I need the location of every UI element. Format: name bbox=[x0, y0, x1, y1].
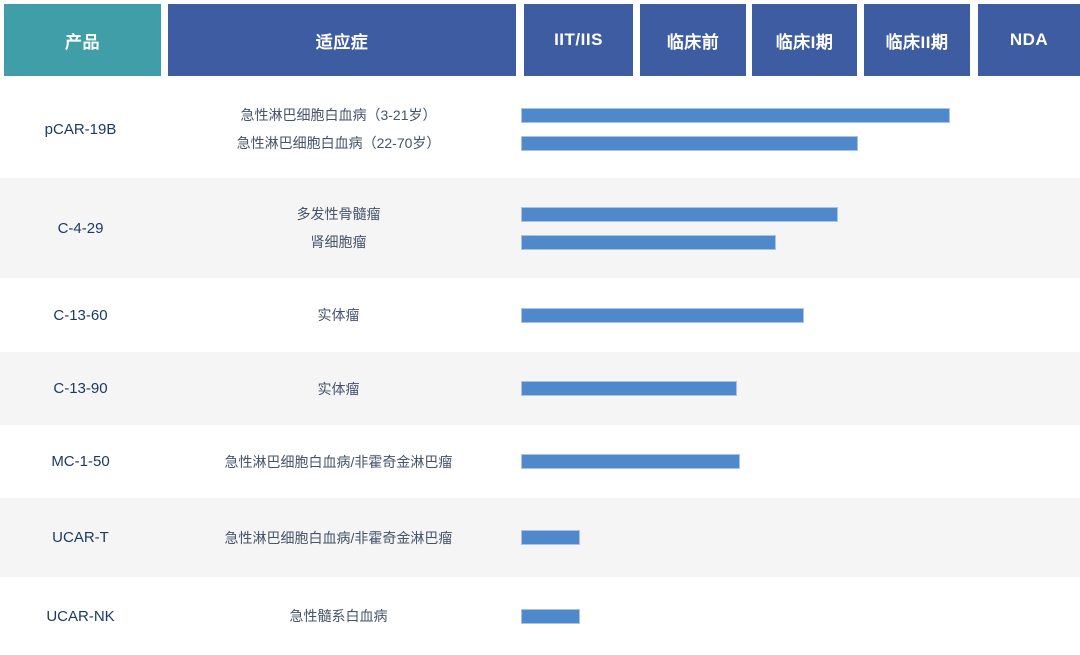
product-name: C-4-29 bbox=[0, 178, 161, 278]
header-row: 产品 适应症 IIT/IIS 临床前 临床I期 临床II期 NDA bbox=[4, 4, 1080, 76]
progress-bar bbox=[521, 381, 737, 396]
header-stage-phase1: 临床I期 bbox=[752, 4, 857, 76]
progress-bar bbox=[521, 108, 950, 123]
progress-bar bbox=[521, 207, 838, 222]
progress-bar bbox=[521, 530, 580, 545]
pipeline-row-mc-1-50: MC-1-50 急性淋巴细胞白血病/非霍奇金淋巴瘤 bbox=[0, 425, 1080, 498]
progress-bar bbox=[521, 136, 858, 151]
header-stage-iit-iis: IIT/IIS bbox=[524, 4, 633, 76]
product-name: C-13-60 bbox=[0, 278, 161, 352]
indication-label: 多发性骨髓瘤 bbox=[161, 204, 516, 224]
pipeline-row-pcar-19b: pCAR-19B 急性淋巴细胞白血病（3-21岁） 急性淋巴细胞白血病（22-7… bbox=[0, 80, 1080, 178]
pipeline-row-ucar-t: UCAR-T 急性淋巴细胞白血病/非霍奇金淋巴瘤 bbox=[0, 498, 1080, 577]
indication-label: 急性淋巴细胞白血病（3-21岁） bbox=[161, 105, 516, 125]
indication-label: 急性淋巴细胞白血病/非霍奇金淋巴瘤 bbox=[161, 528, 516, 548]
indication-label: 肾细胞瘤 bbox=[161, 232, 516, 252]
progress-bar bbox=[521, 609, 580, 624]
indication-label: 急性淋巴细胞白血病（22-70岁） bbox=[161, 133, 516, 153]
pipeline-rows: pCAR-19B 急性淋巴细胞白血病（3-21岁） 急性淋巴细胞白血病（22-7… bbox=[0, 80, 1080, 655]
program-line: 实体瘤 bbox=[161, 375, 1080, 403]
indication-label: 急性髓系白血病 bbox=[161, 606, 516, 626]
pipeline-row-c-13-60: C-13-60 实体瘤 bbox=[0, 278, 1080, 352]
program-line: 急性淋巴细胞白血病/非霍奇金淋巴瘤 bbox=[161, 448, 1080, 476]
program-line: 实体瘤 bbox=[161, 301, 1080, 329]
product-name: C-13-90 bbox=[0, 352, 161, 425]
product-name: UCAR-NK bbox=[0, 577, 161, 655]
progress-bar bbox=[521, 454, 740, 469]
pipeline-row-c-4-29: C-4-29 多发性骨髓瘤 肾细胞瘤 bbox=[0, 178, 1080, 278]
header-product: 产品 bbox=[4, 4, 161, 76]
program-line: 急性淋巴细胞白血病（22-70岁） bbox=[161, 129, 1080, 157]
header-stage-preclinical: 临床前 bbox=[640, 4, 746, 76]
header-stage-phase2: 临床II期 bbox=[864, 4, 970, 76]
program-line: 急性淋巴细胞白血病（3-21岁） bbox=[161, 101, 1080, 129]
header-stage-nda: NDA bbox=[978, 4, 1080, 76]
pipeline-chart: 产品 适应症 IIT/IIS 临床前 临床I期 临床II期 NDA pCAR-1… bbox=[0, 0, 1080, 655]
product-name: UCAR-T bbox=[0, 498, 161, 577]
indication-label: 急性淋巴细胞白血病/非霍奇金淋巴瘤 bbox=[161, 452, 516, 472]
indication-label: 实体瘤 bbox=[161, 305, 516, 325]
program-line: 多发性骨髓瘤 bbox=[161, 200, 1080, 228]
pipeline-row-ucar-nk: UCAR-NK 急性髓系白血病 bbox=[0, 577, 1080, 655]
header-indication: 适应症 bbox=[168, 4, 516, 76]
progress-bar bbox=[521, 308, 804, 323]
program-line: 肾细胞瘤 bbox=[161, 228, 1080, 256]
product-name: pCAR-19B bbox=[0, 80, 161, 178]
program-line: 急性淋巴细胞白血病/非霍奇金淋巴瘤 bbox=[161, 524, 1080, 552]
program-line: 急性髓系白血病 bbox=[161, 602, 1080, 630]
indication-label: 实体瘤 bbox=[161, 379, 516, 399]
product-name: MC-1-50 bbox=[0, 425, 161, 498]
progress-bar bbox=[521, 235, 776, 250]
pipeline-row-c-13-90: C-13-90 实体瘤 bbox=[0, 352, 1080, 425]
